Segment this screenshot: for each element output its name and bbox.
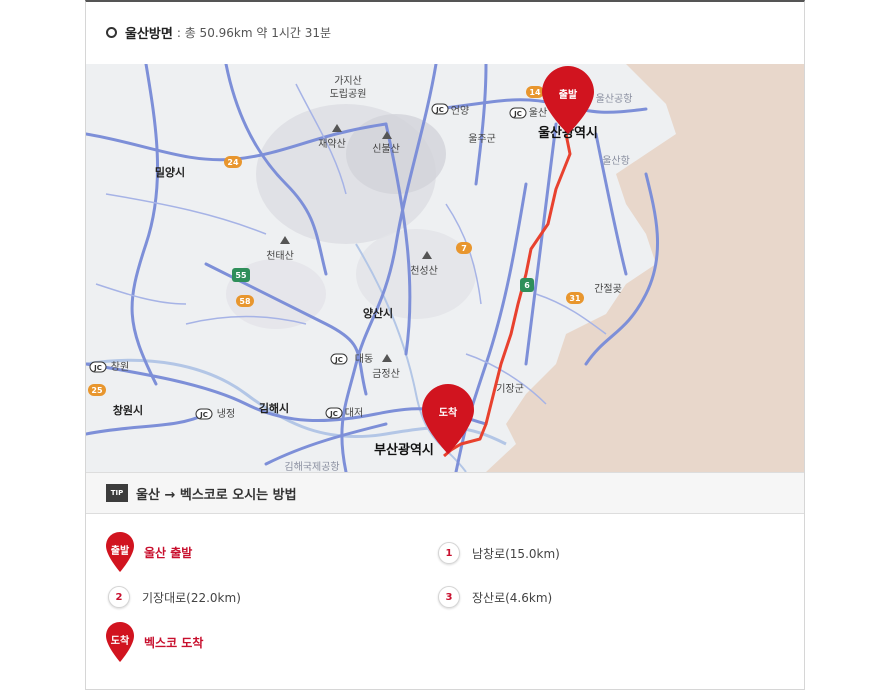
step-label: 장산로(4.6km)	[472, 590, 553, 605]
start-pin-label: 출발	[559, 88, 578, 101]
map-label-uljugun: 울주군	[468, 133, 496, 145]
route-summary: : 총 50.96km 약 1시간 31분	[176, 25, 332, 40]
map-label-gimhae-airport: 김해국제공항	[284, 460, 339, 472]
road-6-label: 6	[524, 281, 530, 290]
road-14-label: 14	[529, 88, 541, 97]
step-3: 3 장산로(4.6km)	[438, 586, 552, 608]
tip-badge: TIP	[106, 484, 128, 502]
map-label-naengjeong: 냉정	[217, 408, 235, 420]
map-label-changwon-city: 창원시	[113, 403, 143, 417]
tip-bar: TIP 울산 → 벡스코로 오시는 방법	[86, 472, 804, 514]
map-label-ulsan-jc: 울산	[529, 107, 547, 119]
step-end: 도착 벡스코 도착	[106, 622, 203, 662]
map-label-yangsan: 양산시	[363, 306, 393, 320]
map-label-sinbulsan: 신불산	[372, 143, 400, 155]
map-label-cheonseongsan: 천성산	[410, 265, 438, 277]
jc-badge-changwon: JC	[93, 364, 102, 372]
map-label-cheontaesan: 천태산	[266, 250, 294, 262]
road-58-label: 58	[239, 297, 251, 306]
map-label-ganjeolgot: 간절곶	[594, 282, 622, 295]
route-map[interactable]: 24 55 58 25 14 7 31 6 JC JC JC JC JC JC …	[86, 64, 804, 472]
bullet-circle-icon	[106, 26, 117, 38]
start-pin-text: 출발	[110, 546, 130, 557]
map-label-busan-city: 부산광역시	[374, 442, 434, 458]
step-label: 남창로(15.0km)	[472, 546, 560, 561]
jc-badge-naengjeong: JC	[199, 411, 208, 419]
map-label-geumjeongsan: 금정산	[372, 368, 400, 380]
start-pin-icon: 출발	[106, 532, 134, 572]
jc-badge-ulsan: JC	[513, 110, 522, 118]
map-label-gijang: 기장군	[496, 383, 524, 395]
end-pin-icon: 도착	[106, 622, 134, 662]
map-label-ulsan-port: 울산항	[602, 155, 630, 167]
map-label-eonyang: 언양	[451, 105, 469, 117]
map-label-daedong: 대동	[355, 353, 373, 365]
step-number-badge: 1	[438, 542, 460, 564]
step-number-badge: 2	[108, 586, 130, 608]
tip-title: 울산 → 벡스코로 오시는 방법	[136, 487, 297, 503]
map-label-gajisan: 가지산	[334, 75, 362, 87]
road-25-label: 25	[91, 386, 103, 395]
jc-badge-daejeo: JC	[329, 410, 338, 418]
step-label: 기장대로(22.0km)	[142, 590, 241, 605]
route-title: 울산방면	[125, 26, 173, 42]
map-label-ulsan-airport: 울산공항	[596, 93, 633, 105]
route-header: 울산방면 : 총 50.96km 약 1시간 31분	[86, 2, 804, 62]
start-label: 울산 출발	[144, 545, 193, 560]
end-pin-text: 도착	[110, 636, 130, 647]
end-pin-label: 도착	[439, 406, 458, 419]
road-24-label: 24	[227, 158, 239, 167]
map-label-miryang: 밀양시	[155, 165, 185, 179]
directions-panel: 울산방면 : 총 50.96km 약 1시간 31분 24 55 58 25 1…	[85, 0, 805, 690]
jc-badge-eonyang: JC	[435, 106, 444, 114]
map-label-gimhae: 김해시	[259, 401, 289, 415]
step-1: 1 남창로(15.0km)	[438, 542, 560, 564]
map-label-park: 도립공원	[330, 87, 367, 100]
road-31-label: 31	[569, 294, 581, 303]
map-label-daejeo: 대저	[345, 407, 363, 419]
map-label-jaeyaksan: 재약산	[318, 138, 346, 150]
step-number-badge: 3	[438, 586, 460, 608]
road-55-label: 55	[235, 271, 247, 280]
step-2: 2 기장대로(22.0km)	[108, 586, 241, 608]
road-7-label: 7	[461, 244, 467, 253]
step-start: 출발 울산 출발	[106, 532, 192, 572]
end-label: 벡스코 도착	[144, 635, 204, 650]
jc-badge-daedong: JC	[334, 356, 343, 364]
map-label-changwon-jc: 창원	[111, 361, 129, 373]
